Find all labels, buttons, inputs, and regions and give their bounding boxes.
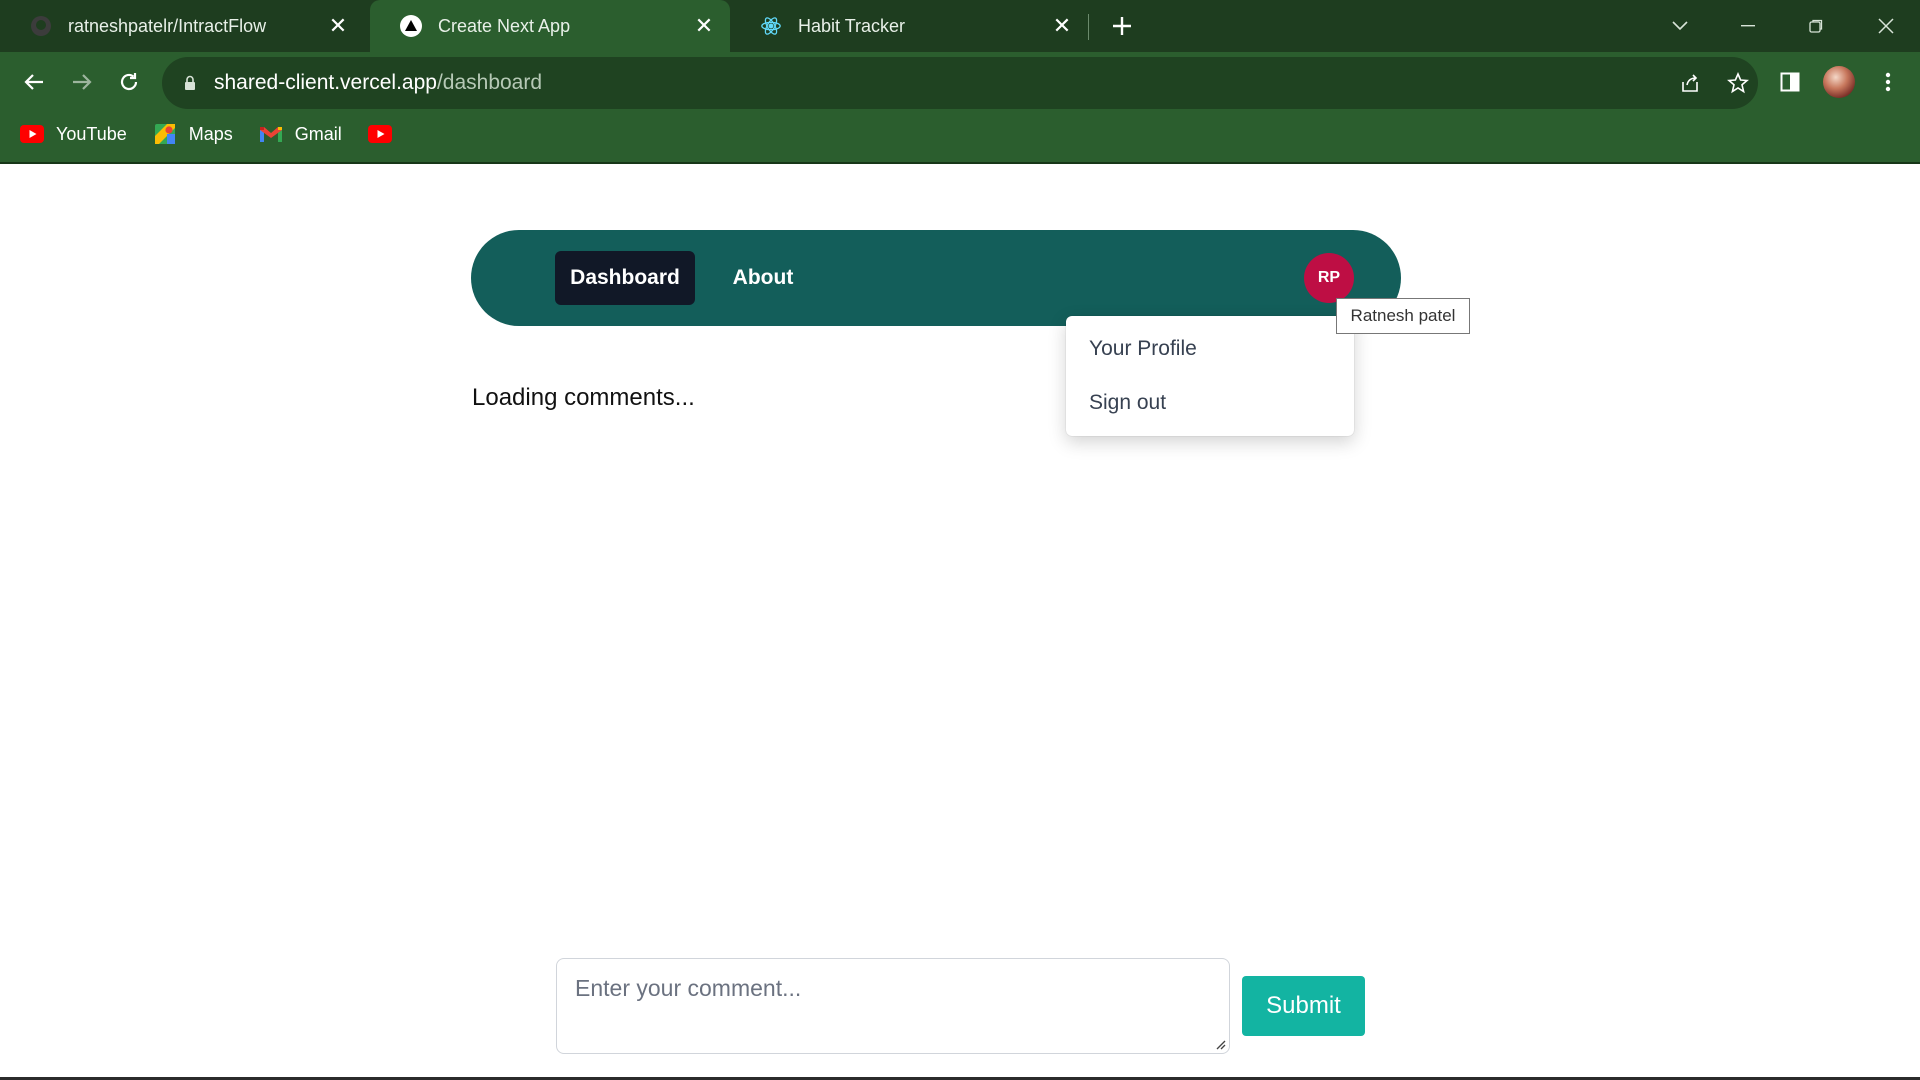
user-avatar-button[interactable]: RP	[1304, 253, 1354, 303]
bookmarks-bar: YouTube Maps Gmail	[0, 114, 1920, 154]
forward-arrow-icon[interactable]	[62, 62, 102, 102]
menu-item-sign-out[interactable]: Sign out	[1066, 376, 1354, 430]
tab-intractflow[interactable]: ratneshpatelr/IntractFlow ✕	[0, 0, 364, 52]
bookmark-label: Gmail	[294, 123, 342, 144]
bookmark-label: YouTube	[56, 123, 127, 144]
loading-comments-text: Loading comments...	[472, 384, 695, 411]
nav-dashboard-link[interactable]: Dashboard	[555, 251, 695, 305]
nav-about-link[interactable]: About	[711, 251, 815, 305]
bookmark-label: Maps	[188, 123, 233, 144]
youtube-icon	[20, 124, 44, 144]
address-bar[interactable]: shared-client.vercel.app/dashboard	[162, 57, 1758, 109]
tab-search-chevron-down-icon[interactable]	[1660, 6, 1700, 46]
profile-avatar	[1823, 66, 1855, 98]
submit-button[interactable]: Submit	[1242, 976, 1365, 1036]
react-icon	[760, 15, 782, 37]
bookmark-maps[interactable]: Maps	[153, 118, 239, 150]
comment-input[interactable]	[556, 958, 1230, 1054]
close-window-icon[interactable]	[1866, 6, 1906, 46]
avatar-tooltip: Ratnesh patel	[1336, 298, 1470, 334]
profile-avatar-button[interactable]	[1821, 64, 1857, 100]
tab-strip: ratneshpatelr/IntractFlow ✕ Create Next …	[0, 0, 1920, 52]
maps-icon	[153, 124, 177, 144]
minimize-icon[interactable]	[1728, 6, 1768, 46]
share-icon[interactable]	[1676, 69, 1704, 97]
close-tab-icon[interactable]: ✕	[1050, 13, 1074, 38]
new-tab-plus-icon[interactable]	[1106, 10, 1138, 42]
browser-toolbar: shared-client.vercel.app/dashboard	[0, 52, 1920, 112]
tab-habit-tracker[interactable]: Habit Tracker ✕	[730, 0, 1088, 52]
user-dropdown-menu: Your Profile Sign out	[1066, 316, 1354, 436]
reload-icon[interactable]	[109, 62, 149, 102]
browser-window-frame: ratneshpatelr/IntractFlow ✕ Create Next …	[0, 0, 1920, 164]
page-content: Dashboard About RP Your Profile Sign out…	[0, 164, 1920, 1080]
bookmark-gmail[interactable]: Gmail	[259, 118, 348, 150]
tab-title: Habit Tracker	[798, 15, 906, 36]
youtube-icon	[367, 124, 392, 144]
lock-icon[interactable]	[180, 73, 200, 93]
back-arrow-icon[interactable]	[14, 62, 54, 102]
bookmark-youtube[interactable]: YouTube	[20, 118, 133, 150]
resize-grip-icon[interactable]	[1214, 1038, 1226, 1050]
tab-separator	[1088, 14, 1089, 40]
close-tab-icon[interactable]: ✕	[692, 13, 716, 38]
url-host: shared-client.vercel.app	[214, 71, 437, 94]
restore-window-icon[interactable]	[1796, 6, 1836, 46]
bookmark-star-icon[interactable]	[1724, 69, 1752, 97]
menu-item-your-profile[interactable]: Your Profile	[1066, 322, 1354, 376]
tab-title: Create Next App	[438, 15, 571, 36]
bookmark-youtube-2[interactable]	[367, 118, 410, 150]
nextjs-icon	[400, 15, 422, 37]
close-tab-icon[interactable]: ✕	[326, 13, 350, 38]
side-panel-icon[interactable]	[1772, 64, 1808, 100]
url-path: /dashboard	[436, 71, 543, 94]
gmail-icon	[259, 124, 283, 144]
tab-create-next-app[interactable]: Create Next App ✕	[370, 0, 730, 52]
tab-title: ratneshpatelr/IntractFlow	[68, 15, 267, 36]
github-icon	[30, 15, 52, 37]
top-navbar: Dashboard About RP	[471, 230, 1401, 326]
more-menu-icon[interactable]	[1870, 64, 1906, 100]
